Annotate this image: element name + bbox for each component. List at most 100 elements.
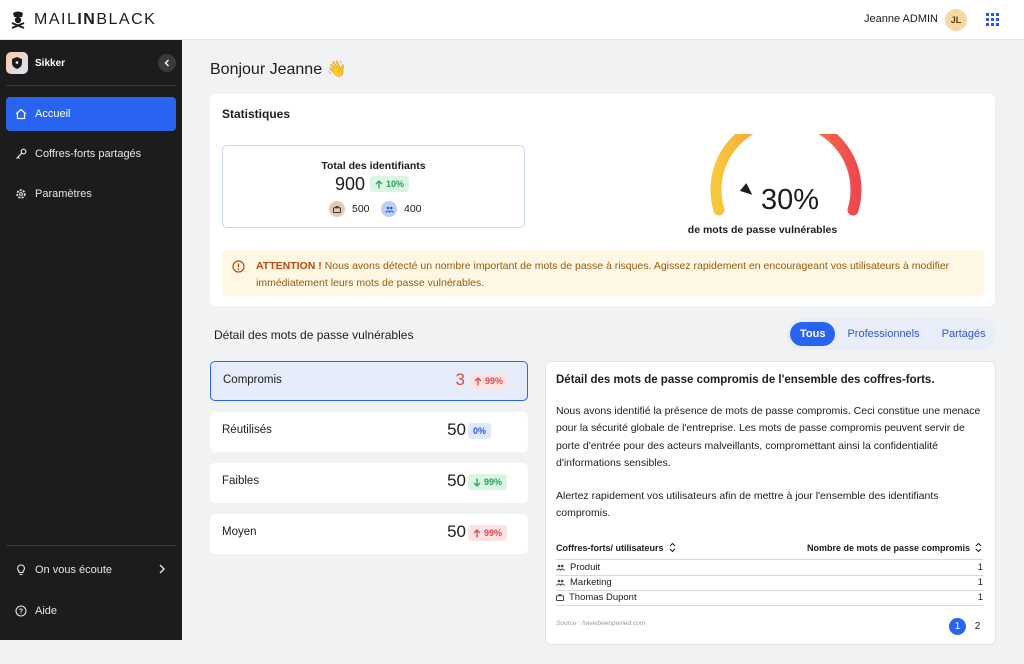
avatar[interactable]: JL — [945, 9, 967, 31]
badge-text: 99% — [484, 528, 503, 538]
stats-card: Statistiques Total des identifiants 900 … — [210, 94, 995, 306]
warning-alert: ATTENTION ! Nous avons détecté un nombre… — [222, 250, 984, 296]
workspace-selector[interactable]: Sikker — [6, 52, 176, 74]
shared-count: 400 — [381, 201, 422, 217]
arrow-down-icon — [473, 478, 481, 487]
pirate-logo-icon — [11, 11, 25, 29]
pro-count: 500 — [329, 201, 370, 217]
gear-icon — [14, 187, 28, 201]
row-label: Faibles — [222, 475, 260, 487]
total-badge-text: 10% — [386, 179, 405, 189]
trend-badge: 99% — [468, 525, 508, 541]
tab-partages[interactable]: Partagés — [932, 322, 996, 346]
page-1-button[interactable]: 1 — [949, 618, 966, 635]
vuln-row-moyen[interactable]: Moyen 50 99% — [210, 514, 528, 554]
vuln-row-compromis[interactable]: Compromis 3 99% — [210, 361, 528, 401]
sort-icon — [669, 542, 675, 553]
stats-title: Statistiques — [222, 107, 291, 121]
row-value: 3 — [455, 370, 465, 389]
collapse-sidebar-button[interactable] — [158, 54, 176, 72]
column-header-label: Nombre de mots de passe compromis — [806, 542, 970, 553]
shared-count-value: 400 — [404, 203, 422, 215]
svg-text:?: ? — [19, 609, 23, 616]
alert-title: ATTENTION ! — [256, 260, 322, 272]
row-value: 50 — [447, 522, 466, 541]
sidebar-item-parametres[interactable]: Paramètres — [6, 177, 176, 211]
detail-paragraph-2: Alertez rapidement vos utilisateurs afin… — [556, 490, 939, 520]
total-value: 900 — [335, 174, 366, 194]
pro-count-value: 500 — [352, 203, 370, 215]
workspace-name: Sikker — [35, 57, 66, 69]
brand-logo[interactable]: MAILINBLACK — [10, 11, 156, 29]
detail-title: Détail des mots de passe compromis de l'… — [556, 374, 935, 386]
tab-professionnels[interactable]: Professionnels — [837, 322, 929, 346]
sidebar-item-label: On vous écoute — [35, 564, 113, 576]
column-header-label: Coffres-forts/ utilisateurs — [556, 542, 664, 553]
row-value: 50 — [447, 471, 466, 490]
group-icon — [556, 564, 565, 571]
vuln-row-faibles[interactable]: Faibles 50 99% — [210, 463, 528, 503]
compromised-count: 1 — [977, 562, 983, 573]
tab-tous[interactable]: Tous — [790, 322, 836, 346]
home-icon — [14, 107, 28, 121]
sidebar-item-label: Paramètres — [35, 188, 92, 200]
sidebar-item-label: Coffres-forts partagés — [35, 148, 142, 160]
table-divider — [556, 605, 983, 606]
apps-grid-icon[interactable] — [986, 13, 999, 26]
compromised-detail-card: Détail des mots de passe compromis de l'… — [545, 361, 996, 645]
sidebar: Sikker Accueil Coffres-forts partagés Pa… — [0, 40, 182, 640]
section-title: Détail des mots de passe vulnérables — [214, 328, 414, 342]
key-icon — [14, 147, 28, 161]
source-note: Source : haveibeenpwned.com — [556, 620, 646, 627]
filter-tabs: Tous Professionnels Partagés — [786, 318, 996, 350]
chevron-right-icon — [159, 564, 165, 574]
table-row[interactable]: Produit 1 — [556, 560, 983, 575]
sidebar-item-feedback[interactable]: On vous écoute — [6, 553, 176, 587]
trend-badge: 0% — [468, 423, 492, 439]
table-row[interactable]: Marketing 1 — [556, 575, 983, 590]
table-row[interactable]: Thomas Dupont 1 — [556, 590, 983, 605]
brand-text-2: IN — [77, 11, 97, 28]
shield-icon — [6, 52, 28, 74]
trend-badge: 99% — [468, 474, 508, 490]
sidebar-divider — [6, 545, 176, 546]
warning-circle-icon — [232, 260, 245, 279]
sort-icon — [975, 542, 982, 553]
arrow-up-icon — [473, 528, 481, 537]
vuln-row-reutilises[interactable]: Réutilisés 50 0% — [210, 412, 528, 452]
vault-name: Marketing — [570, 577, 612, 588]
help-icon: ? — [14, 604, 28, 618]
column-header-vaults[interactable]: Coffres-forts/ utilisateurs — [556, 542, 676, 553]
sidebar-item-accueil[interactable]: Accueil — [6, 97, 176, 131]
column-header-count[interactable]: Nombre de mots de passe compromis — [807, 542, 982, 553]
row-value: 50 — [447, 420, 466, 439]
total-title: Total des identifiants — [321, 160, 426, 172]
trend-badge: 99% — [469, 373, 509, 389]
sidebar-item-coffres-forts[interactable]: Coffres-forts partagés — [6, 137, 176, 171]
gauge-value: 30% — [760, 184, 820, 216]
compromised-count: 1 — [977, 592, 983, 603]
brand-text-3: BLACK — [96, 11, 157, 28]
sidebar-item-label: Accueil — [35, 108, 71, 120]
page-title: Bonjour Jeanne 👋 — [210, 61, 347, 78]
badge-text: 99% — [484, 477, 503, 487]
group-icon — [556, 579, 565, 586]
total-identifiers-box: Total des identifiants 900 10% 500 400 — [222, 145, 525, 228]
group-icon — [381, 201, 397, 217]
sidebar-item-aide[interactable]: ? Aide — [6, 594, 176, 628]
row-label: Réutilisés — [222, 424, 272, 436]
compromised-count: 1 — [977, 577, 983, 588]
briefcase-icon — [556, 594, 564, 601]
detail-paragraph-1: Nous avons identifié la présence de mots… — [556, 405, 981, 469]
user-name[interactable]: Jeanne ADMIN — [864, 13, 938, 25]
row-label: Compromis — [223, 374, 282, 386]
total-trend-badge: 10% — [370, 176, 410, 192]
badge-text: 99% — [485, 376, 504, 386]
sidebar-divider — [6, 85, 176, 86]
brand-text-1: MAIL — [34, 11, 78, 28]
chevron-left-icon — [164, 59, 169, 67]
briefcase-icon — [329, 201, 345, 217]
sidebar-item-label: Aide — [35, 605, 58, 617]
page-2-button[interactable]: 2 — [969, 618, 986, 635]
lightbulb-icon — [14, 563, 28, 577]
